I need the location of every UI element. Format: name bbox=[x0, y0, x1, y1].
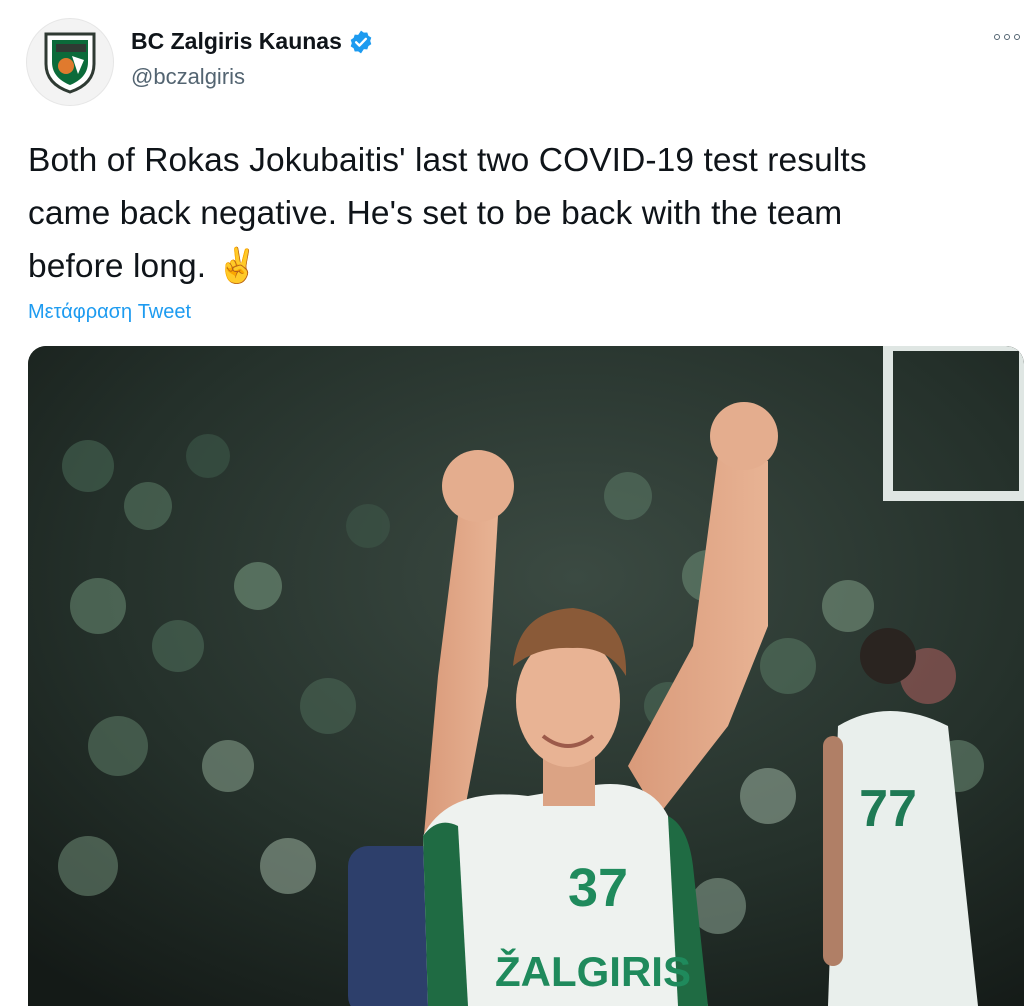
author-handle[interactable]: @bczalgiris bbox=[131, 64, 245, 90]
tweet: BC Zalgiris Kaunas @bczalgiris Both of R… bbox=[0, 0, 1024, 1006]
more-options-icon[interactable] bbox=[994, 34, 1020, 40]
teammate-jersey-number: 77 bbox=[859, 780, 917, 838]
author-name-row[interactable]: BC Zalgiris Kaunas bbox=[131, 28, 374, 55]
player-jersey-text: ŽALGIRIS bbox=[495, 947, 691, 995]
verified-badge-icon bbox=[348, 29, 374, 55]
tweet-text: Both of Rokas Jokubaitis' last two COVID… bbox=[28, 134, 1018, 293]
translate-tweet-link[interactable]: Μετάφραση Tweet bbox=[28, 301, 191, 324]
avatar[interactable] bbox=[26, 18, 114, 106]
tweet-text-line: came back negative. He's set to be back … bbox=[28, 195, 843, 232]
tweet-text-line: before long. ✌️ bbox=[28, 240, 1018, 293]
author-name[interactable]: BC Zalgiris Kaunas bbox=[131, 28, 342, 55]
tweet-text-line: Both of Rokas Jokubaitis' last two COVID… bbox=[28, 142, 867, 179]
zalgiris-crest-icon bbox=[44, 32, 96, 94]
player-jersey-number: 37 bbox=[568, 858, 628, 918]
tweet-text-line-3: before long. bbox=[28, 248, 207, 285]
victory-hand-emoji: ✌️ bbox=[216, 247, 259, 285]
tweet-photo[interactable]: 77 37 ŽALGIRIS bbox=[28, 346, 1024, 1006]
